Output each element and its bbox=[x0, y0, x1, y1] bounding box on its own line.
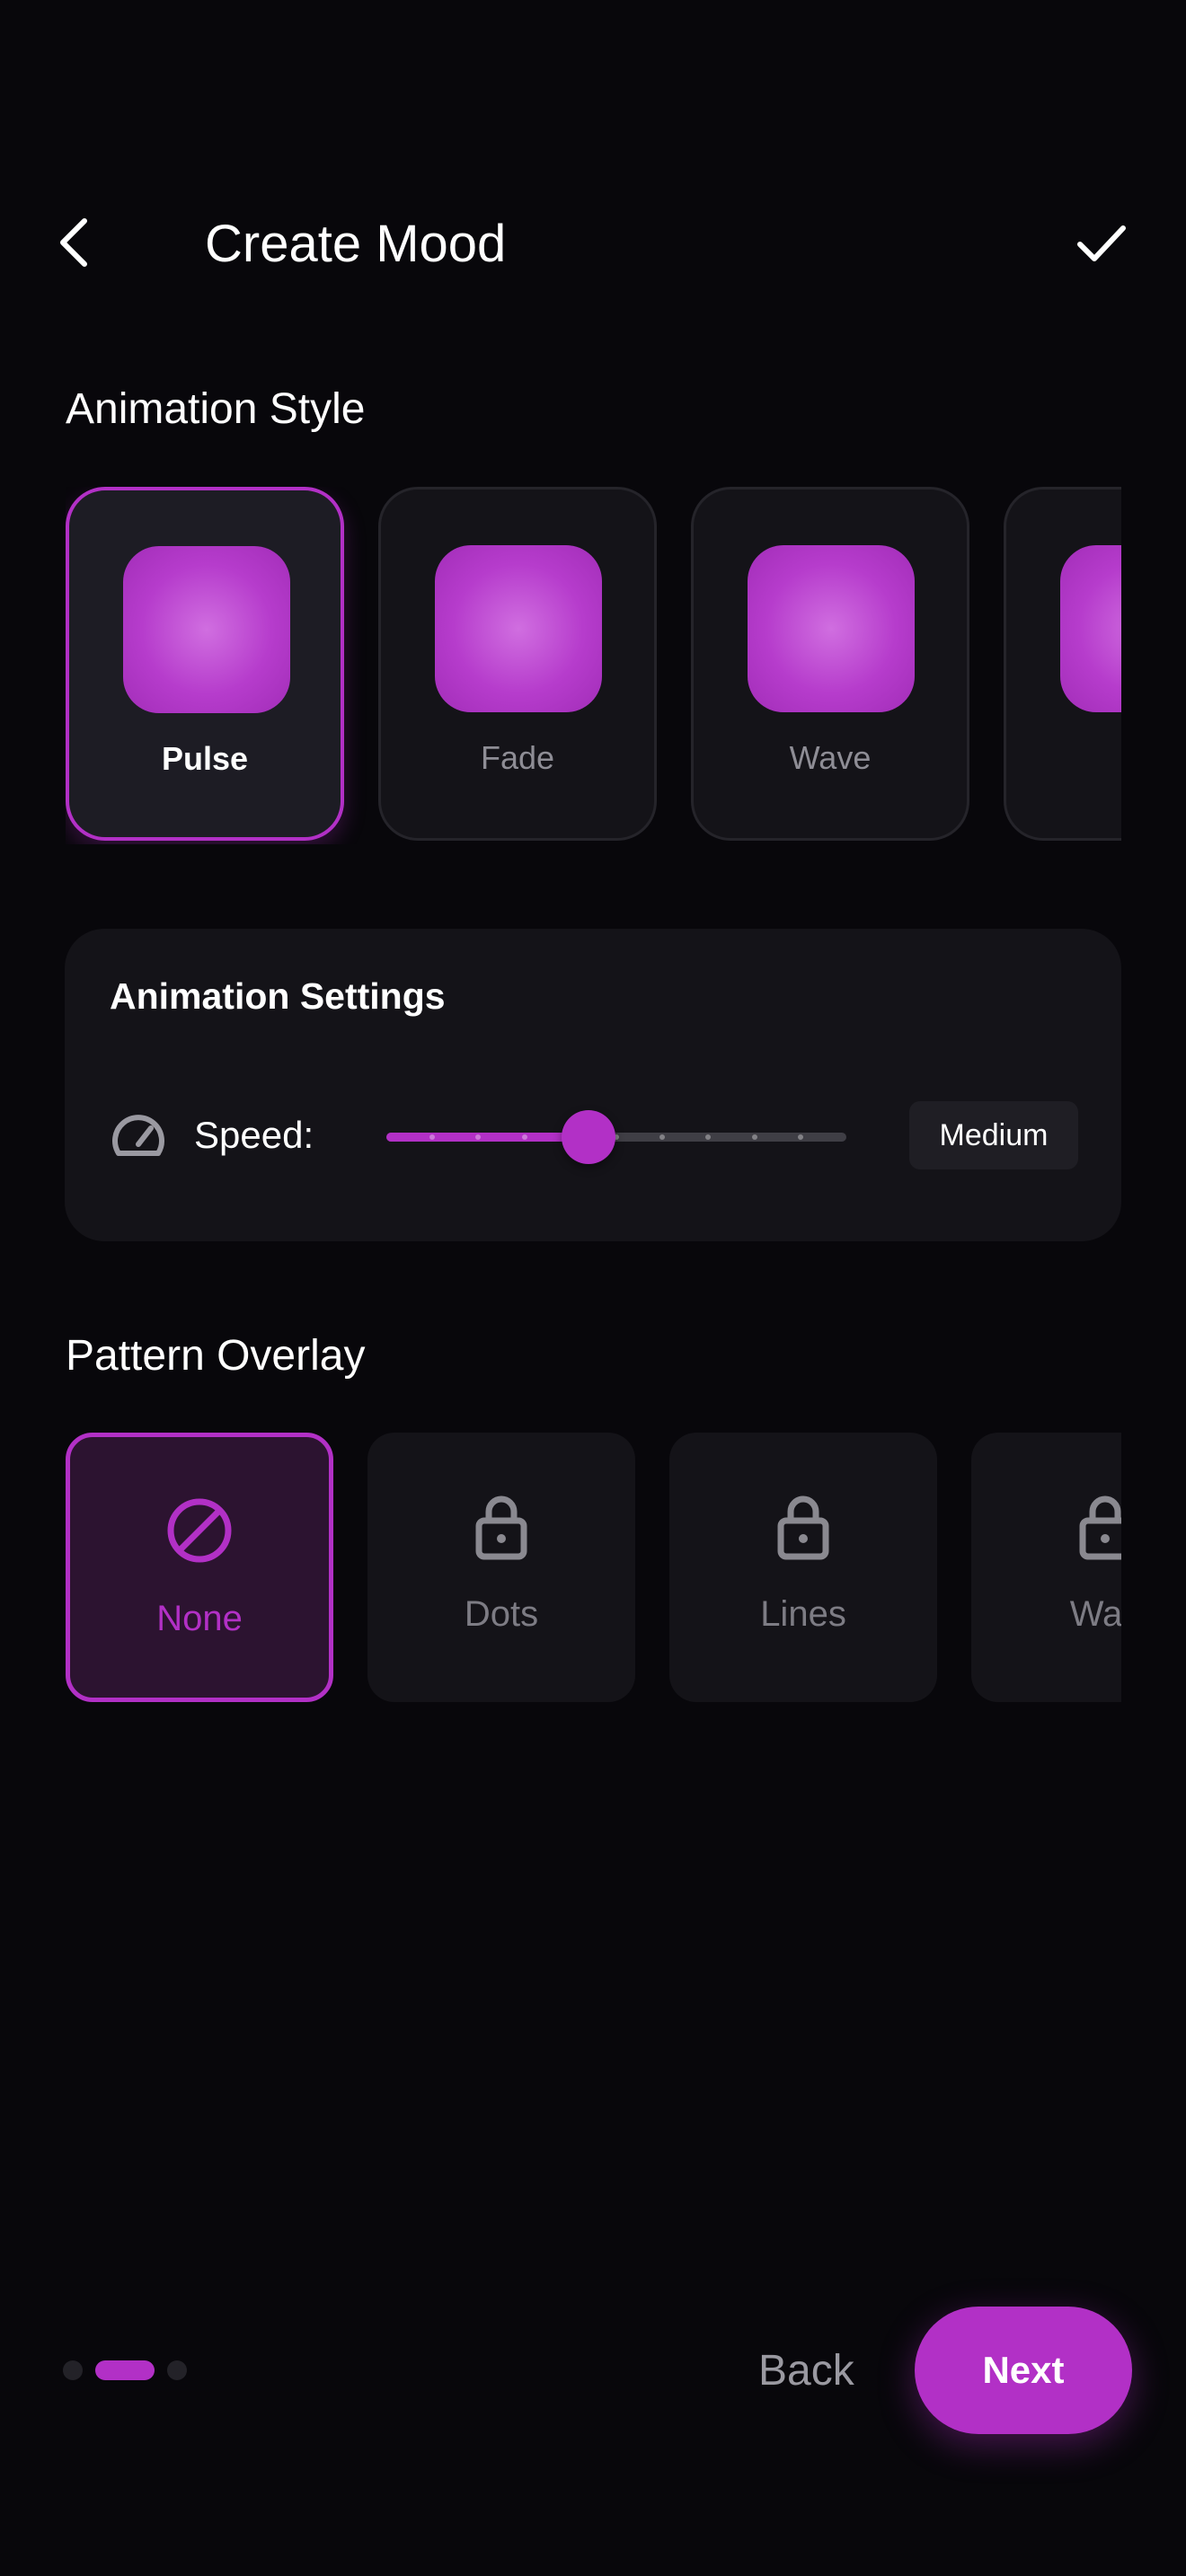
confirm-button[interactable] bbox=[1064, 205, 1139, 280]
checkmark-icon bbox=[1077, 225, 1126, 261]
lock-icon bbox=[777, 1495, 829, 1560]
pattern-card-waves[interactable]: Wav bbox=[971, 1433, 1121, 1702]
pattern-card-dots[interactable]: Dots bbox=[367, 1433, 635, 1702]
create-mood-screen: Create Mood Animation Style Pulse Fade W… bbox=[0, 0, 1186, 2576]
style-card-fade[interactable]: Fade bbox=[378, 487, 657, 841]
back-text-button[interactable]: Back bbox=[758, 2339, 854, 2404]
next-button[interactable]: Next bbox=[915, 2307, 1132, 2434]
pattern-card-none[interactable]: None bbox=[66, 1433, 333, 1702]
style-card-label: Pulse bbox=[161, 740, 249, 777]
lock-icon bbox=[475, 1495, 527, 1560]
style-card-label: Fade bbox=[480, 739, 555, 776]
slider-step-dot bbox=[522, 1134, 527, 1140]
slider-step-dot bbox=[429, 1134, 435, 1140]
pager-dot bbox=[167, 2360, 187, 2380]
slider-step-dot bbox=[475, 1134, 481, 1140]
lock-icon bbox=[1079, 1495, 1121, 1560]
style-card-label: S bbox=[1006, 739, 1121, 777]
pattern-card-label: Wav bbox=[1069, 1594, 1121, 1634]
page-title: Create Mood bbox=[205, 215, 507, 273]
pattern-card-label: Dots bbox=[464, 1594, 539, 1634]
slider-fill bbox=[386, 1133, 589, 1142]
style-card-partial[interactable]: S bbox=[1004, 487, 1121, 841]
chevron-left-icon bbox=[60, 218, 87, 267]
step-pager bbox=[63, 2360, 187, 2380]
slider-step-dot bbox=[752, 1134, 757, 1140]
slider-step-dot bbox=[798, 1134, 803, 1140]
pager-dot-active bbox=[95, 2360, 155, 2380]
style-card-pulse[interactable]: Pulse bbox=[66, 487, 344, 841]
speed-slider[interactable] bbox=[386, 1105, 846, 1168]
animation-settings-title: Animation Settings bbox=[110, 975, 446, 1017]
back-button[interactable] bbox=[47, 205, 101, 280]
pager-dot bbox=[63, 2360, 83, 2380]
style-card-wave[interactable]: Wave bbox=[691, 487, 969, 841]
style-preview-swatch bbox=[123, 546, 290, 713]
animation-style-title: Animation Style bbox=[66, 385, 366, 433]
style-card-label: Wave bbox=[789, 739, 872, 776]
pattern-overlay-title: Pattern Overlay bbox=[66, 1332, 366, 1380]
animation-style-list: Pulse Fade Wave S bbox=[66, 487, 1121, 844]
prohibited-icon bbox=[167, 1498, 232, 1563]
slider-step-dot bbox=[705, 1134, 711, 1140]
style-preview-swatch bbox=[435, 545, 602, 712]
style-preview-swatch bbox=[748, 545, 915, 712]
animation-settings-panel: Animation Settings Speed: Medium bbox=[65, 929, 1121, 1241]
speed-label: Speed: bbox=[194, 1114, 314, 1156]
style-preview-swatch bbox=[1060, 545, 1121, 712]
slider-thumb[interactable] bbox=[562, 1110, 615, 1164]
speed-value-badge: Medium bbox=[909, 1101, 1078, 1169]
pattern-card-label: Lines bbox=[760, 1594, 846, 1634]
pattern-card-lines[interactable]: Lines bbox=[669, 1433, 937, 1702]
pattern-card-label: None bbox=[156, 1599, 243, 1638]
speedometer-icon bbox=[112, 1115, 164, 1156]
slider-step-dot bbox=[659, 1134, 665, 1140]
pattern-overlay-list: None Dots Lines Wav bbox=[66, 1433, 1121, 1702]
